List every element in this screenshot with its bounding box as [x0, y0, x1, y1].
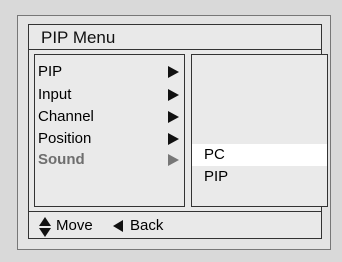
right-arrow-icon — [168, 154, 179, 166]
back-hint-label: Back — [130, 217, 164, 234]
left-arrow-icon — [113, 220, 123, 232]
menu-item-label: Channel — [38, 108, 94, 125]
move-hint-label: Move — [56, 217, 93, 234]
right-arrow-icon — [168, 89, 179, 101]
menu-item-label: PIP — [38, 63, 63, 80]
submenu-item-label: PIP — [204, 168, 229, 185]
pip-menu-window: PIP Menu PIP Input Channel Position Soun… — [17, 15, 331, 250]
menu-item-input[interactable]: Input — [38, 84, 181, 106]
menu-item-position[interactable]: Position — [38, 128, 181, 150]
menu-item-label: Input — [38, 86, 72, 103]
up-down-arrows-icon — [39, 217, 51, 237]
menu-item-label: Position — [38, 130, 92, 147]
submenu-item-pc[interactable]: PC — [192, 144, 327, 166]
menu-item-sound[interactable]: Sound — [38, 149, 181, 171]
submenu-item-label: PC — [204, 146, 225, 163]
pip-menu-frame: PIP Menu PIP Input Channel Position Soun… — [28, 24, 328, 240]
submenu-list: PC PIP — [191, 54, 328, 207]
right-arrow-icon — [168, 111, 179, 123]
main-menu-list: PIP Input Channel Position Sound — [34, 54, 185, 207]
menu-item-pip[interactable]: PIP — [38, 61, 181, 83]
right-arrow-icon — [168, 66, 179, 78]
help-bar: Move Back — [29, 211, 321, 240]
menu-title: PIP Menu — [29, 25, 321, 50]
right-arrow-icon — [168, 133, 179, 145]
menu-item-channel[interactable]: Channel — [38, 106, 181, 128]
menu-item-label: Sound — [38, 151, 85, 168]
submenu-item-pip[interactable]: PIP — [192, 166, 327, 188]
